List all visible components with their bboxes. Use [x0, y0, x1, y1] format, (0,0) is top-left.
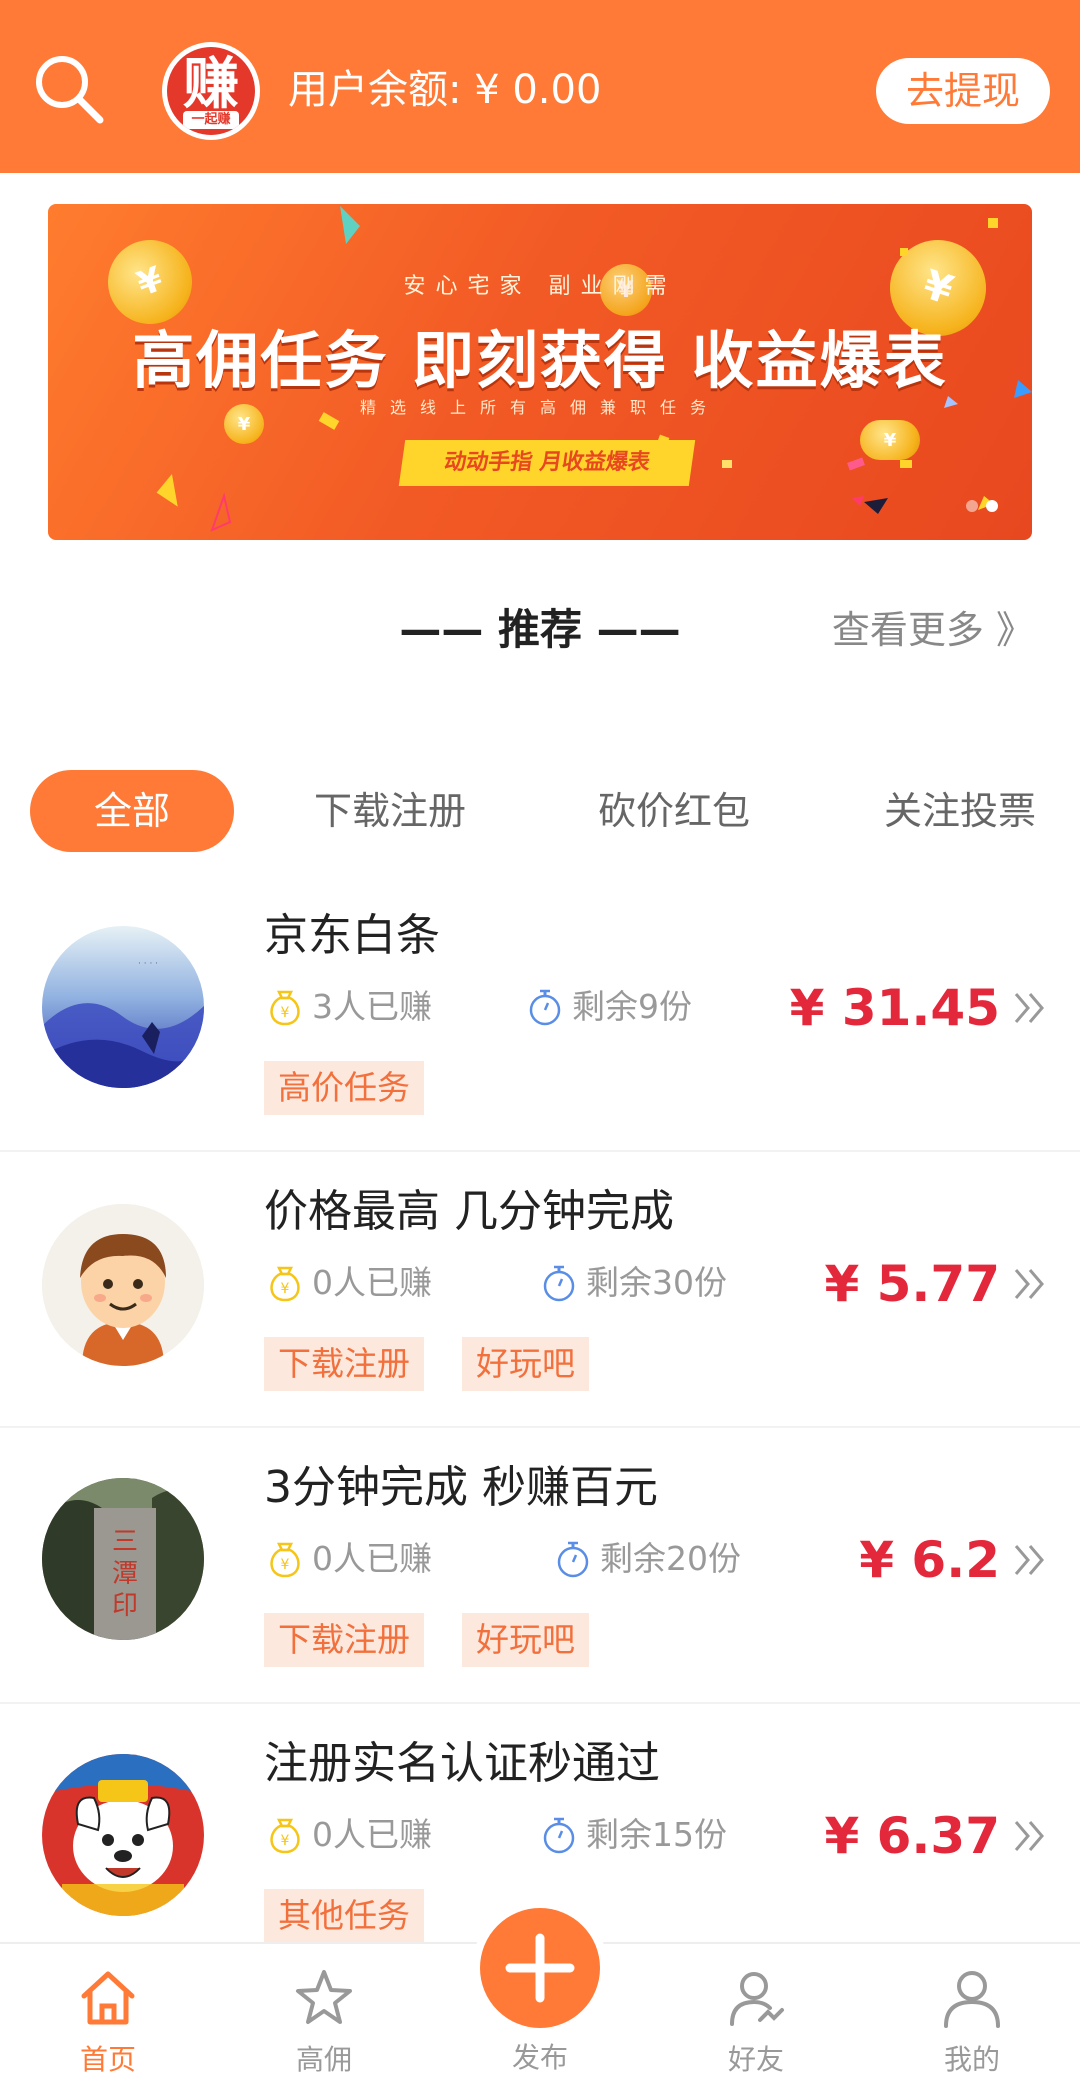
plus-icon: [505, 1933, 575, 2003]
task-title: 京东白条: [264, 910, 440, 961]
user-icon: [944, 1971, 1000, 2028]
nav-friends[interactable]: 好友: [676, 1944, 836, 2093]
earned-count: ¥ 0人已赚: [264, 1536, 432, 1582]
svg-text:¥: ¥: [281, 1833, 290, 1849]
home-icon: [81, 1971, 135, 2025]
remaining-count: 剩余9份: [524, 984, 692, 1030]
svg-text:印: 印: [112, 1591, 138, 1621]
svg-text:¥: ¥: [281, 1281, 290, 1297]
tab-download-register[interactable]: 下载注册: [280, 770, 500, 852]
stopwatch-icon: [543, 1265, 575, 1302]
remaining-text: 剩余9份: [572, 987, 692, 1026]
task-tag: 下载注册: [264, 1613, 424, 1667]
task-price: ¥ 31.45: [789, 979, 1000, 1037]
stopwatch-icon: [529, 989, 561, 1026]
earned-text: 0人已赚: [312, 1815, 432, 1854]
remaining-text: 剩余15份: [586, 1815, 727, 1854]
remaining-count: 剩余30份: [538, 1260, 727, 1306]
earned-text: 0人已赚: [312, 1539, 432, 1578]
double-chevron-right-icon: [1014, 993, 1044, 1023]
banner-subtitle: 安心宅家 副业刚需: [403, 274, 677, 299]
nav-mine[interactable]: 我的: [892, 1944, 1052, 2093]
earned-count: ¥ 0人已赚: [264, 1260, 432, 1306]
nav-high-commission[interactable]: 高佣: [244, 1944, 404, 2093]
carousel-dot: [966, 500, 978, 512]
task-tag: 好玩吧: [462, 1337, 589, 1391]
banner-tag: 动动手指 月收益爆表: [398, 440, 696, 486]
remaining-text: 剩余20份: [600, 1539, 741, 1578]
carousel-dot-active: [986, 500, 998, 512]
withdraw-button[interactable]: 去提现: [876, 58, 1050, 124]
task-item[interactable]: · · · · 京东白条 ¥ 3人已赚 剩余9份 ¥ 31.45 高价任务: [0, 876, 1080, 1152]
remaining-count: 剩余15份: [538, 1812, 727, 1858]
double-chevron-right-icon: [1014, 1545, 1044, 1575]
earned-count: ¥ 3人已赚: [264, 984, 432, 1030]
task-price: ¥ 6.2: [859, 1531, 1000, 1589]
svg-text:· · · ·: · · · ·: [138, 959, 158, 969]
task-tag: 其他任务: [264, 1889, 424, 1943]
stopwatch-icon: [557, 1541, 589, 1578]
stopwatch-icon: [543, 1817, 575, 1854]
task-tag: 高价任务: [264, 1061, 424, 1115]
task-title: 价格最高 几分钟完成: [264, 1186, 674, 1237]
logo-character: 赚: [183, 52, 239, 117]
app-logo: 赚 一起赚: [162, 42, 260, 140]
search-button[interactable]: [30, 50, 108, 128]
publish-button[interactable]: [480, 1908, 600, 2028]
nav-home[interactable]: 首页: [28, 1944, 188, 2093]
double-chevron-right-icon: [1014, 1821, 1044, 1851]
money-bag-icon: ¥: [270, 990, 300, 1026]
task-title: 3分钟完成 秒赚百元: [264, 1462, 658, 1513]
task-price: ¥ 6.37: [824, 1807, 1000, 1865]
task-avatar: [42, 1204, 204, 1366]
nav-high-commission-label: 高佣: [295, 2043, 352, 2076]
task-price: ¥ 5.77: [824, 1255, 1000, 1313]
view-more-link[interactable]: 查看更多 》: [832, 602, 1034, 658]
task-item[interactable]: 价格最高 几分钟完成 ¥ 0人已赚 剩余30份 ¥ 5.77 下载注册 好玩吧: [0, 1152, 1080, 1428]
task-avatar: 三 潭 印: [42, 1478, 204, 1640]
task-avatar: [42, 1754, 204, 1916]
tab-all[interactable]: 全部: [30, 770, 234, 852]
star-icon: [296, 1970, 352, 2024]
svg-text:三: 三: [112, 1527, 138, 1557]
earned-text: 3人已赚: [312, 987, 432, 1026]
banner-description: 精选线上所有高佣兼职任务: [359, 398, 720, 417]
tab-follow-vote[interactable]: 关注投票: [850, 770, 1070, 852]
task-title: 注册实名认证秒通过: [264, 1738, 660, 1789]
svg-text:¥: ¥: [281, 1557, 290, 1573]
tab-bargain-redpacket[interactable]: 砍价红包: [564, 770, 784, 852]
logo-subtitle: 一起赚: [183, 111, 239, 129]
nav-mine-label: 我的: [943, 2043, 1000, 2076]
friend-icon: [730, 1972, 784, 2026]
nav-publish-label: 发布: [511, 2041, 568, 2074]
task-tag: 好玩吧: [462, 1613, 589, 1667]
earned-count: ¥ 0人已赚: [264, 1812, 432, 1858]
remaining-text: 剩余30份: [586, 1263, 727, 1302]
promo-banner[interactable]: ¥ ¥ ¥ ¥ ¥ 安心宅家 副业刚需 高佣任务 即刻获得 收益爆表 精选线上所…: [48, 204, 1032, 540]
nav-friends-label: 好友: [727, 2043, 784, 2076]
top-bar: 赚 一起赚 用户余额: ¥ 0.00 去提现: [0, 0, 1080, 173]
banner-title: 高佣任务 即刻获得 收益爆表: [132, 324, 948, 397]
task-tag: 下载注册: [264, 1337, 424, 1391]
money-bag-icon: ¥: [270, 1266, 300, 1302]
money-bag-icon: ¥: [270, 1818, 300, 1854]
carousel-indicator: [966, 500, 998, 512]
user-balance: 用户余额: ¥ 0.00: [288, 67, 602, 113]
svg-text:潭: 潭: [112, 1559, 138, 1589]
category-tabs: 全部 下载注册 砍价红包 关注投票: [30, 770, 1070, 852]
double-chevron-right-icon: [1014, 1269, 1044, 1299]
search-icon: [36, 56, 104, 124]
task-item[interactable]: 三 潭 印 3分钟完成 秒赚百元 ¥ 0人已赚 剩余20份 ¥ 6.2 下载注册…: [0, 1428, 1080, 1704]
money-bag-icon: ¥: [270, 1542, 300, 1578]
svg-text:¥: ¥: [281, 1005, 290, 1021]
remaining-count: 剩余20份: [552, 1536, 741, 1582]
nav-home-label: 首页: [79, 2043, 136, 2076]
task-avatar: · · · ·: [42, 926, 204, 1088]
earned-text: 0人已赚: [312, 1263, 432, 1302]
